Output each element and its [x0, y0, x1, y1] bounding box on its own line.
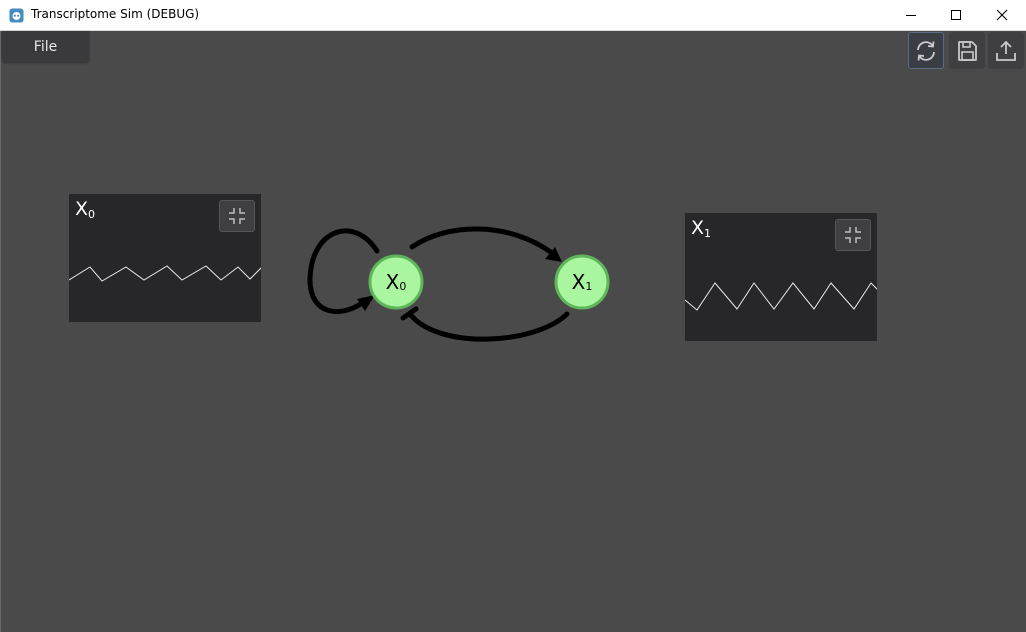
collapse-icon	[845, 227, 861, 243]
maximize-icon	[951, 10, 961, 20]
plot-label-x0: X0	[75, 198, 96, 221]
edge-x0-self-activation	[307, 228, 380, 314]
save-button[interactable]	[949, 32, 985, 69]
node-x1-label[interactable]: X1	[555, 255, 609, 309]
file-menu-button[interactable]: File	[2, 31, 89, 62]
minimize-button[interactable]	[888, 0, 934, 30]
collapse-button-x1[interactable]	[835, 219, 871, 251]
repression-bar-x0	[400, 306, 419, 321]
window-frame	[0, 31, 1, 632]
edge-x1-to-x0-repression	[407, 311, 570, 342]
refresh-icon	[917, 40, 935, 61]
save-icon	[958, 40, 977, 61]
window-title: Transcriptome Sim (DEBUG)	[31, 7, 200, 21]
plot-panel-x0: X0	[69, 194, 261, 322]
app-icon	[9, 8, 24, 23]
edge-x0-to-x1-activation	[409, 226, 555, 256]
close-icon	[996, 9, 1008, 21]
node-x0-label[interactable]: X0	[369, 255, 423, 309]
title-bar: Transcriptome Sim (DEBUG)	[0, 0, 1026, 31]
maximize-button[interactable]	[933, 0, 979, 30]
file-menu-label: File	[33, 38, 58, 55]
refresh-button[interactable]	[908, 32, 944, 69]
collapse-icon	[229, 208, 245, 224]
plot-label-x1: X1	[691, 217, 712, 240]
plot-panel-x1: X1	[685, 213, 877, 341]
collapse-button-x0[interactable]	[219, 200, 255, 232]
upload-button[interactable]	[988, 32, 1024, 69]
close-button[interactable]	[979, 0, 1025, 30]
minimize-icon	[906, 15, 916, 16]
upload-icon	[996, 40, 1016, 61]
